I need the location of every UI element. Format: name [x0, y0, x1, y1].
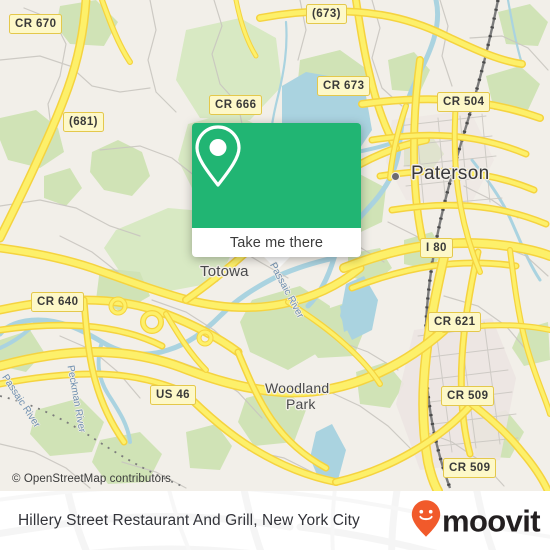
road-shield-us-46[interactable]: US 46 — [150, 385, 196, 405]
map-label-woodland: Woodland — [265, 380, 330, 396]
road-shield-cr-504[interactable]: CR 504 — [437, 92, 491, 112]
take-me-there-label: Take me there — [229, 234, 324, 251]
road-shield-cr-673[interactable]: CR 673 — [317, 76, 371, 96]
map-city-dot-paterson — [391, 172, 400, 181]
road-shield-cr-621[interactable]: CR 621 — [428, 312, 482, 332]
road-shield-cr-640[interactable]: CR 640 — [31, 292, 85, 312]
moovit-smiley-pin-icon — [411, 499, 441, 542]
bottom-info-bar: Hillery Street Restaurant And Grill, New… — [0, 491, 550, 550]
road-shield-cr-509-north[interactable]: CR 509 — [441, 386, 495, 406]
road-shield-i-80[interactable]: I 80 — [420, 238, 453, 258]
moovit-map-share-card: .green { fill:#cfe3b4; } .green2 { fill:… — [0, 0, 550, 550]
moovit-wordmark: moovit — [441, 503, 541, 538]
map-label-totowa: Totowa — [200, 263, 249, 280]
popup-header — [192, 123, 361, 228]
road-shield-cr-670[interactable]: CR 670 — [9, 14, 63, 34]
road-shield-681[interactable]: (681) — [63, 112, 104, 132]
moovit-brand[interactable]: moovit — [411, 499, 541, 542]
map-canvas[interactable]: .green { fill:#cfe3b4; } .green2 { fill:… — [0, 0, 550, 491]
location-title: Hillery Street Restaurant And Grill, New… — [18, 511, 360, 529]
road-shield-673[interactable]: (673) — [306, 4, 347, 24]
map-label-paterson: Paterson — [411, 163, 490, 184]
road-shield-cr-509-south[interactable]: CR 509 — [443, 458, 497, 478]
map-attribution[interactable]: © OpenStreetMap contributors — [12, 473, 171, 485]
road-shield-cr-666[interactable]: CR 666 — [209, 95, 263, 115]
take-me-there-button[interactable]: Take me there — [192, 228, 361, 257]
map-label-park: Park — [286, 396, 316, 412]
take-me-there-popup[interactable]: Take me there — [192, 123, 361, 257]
